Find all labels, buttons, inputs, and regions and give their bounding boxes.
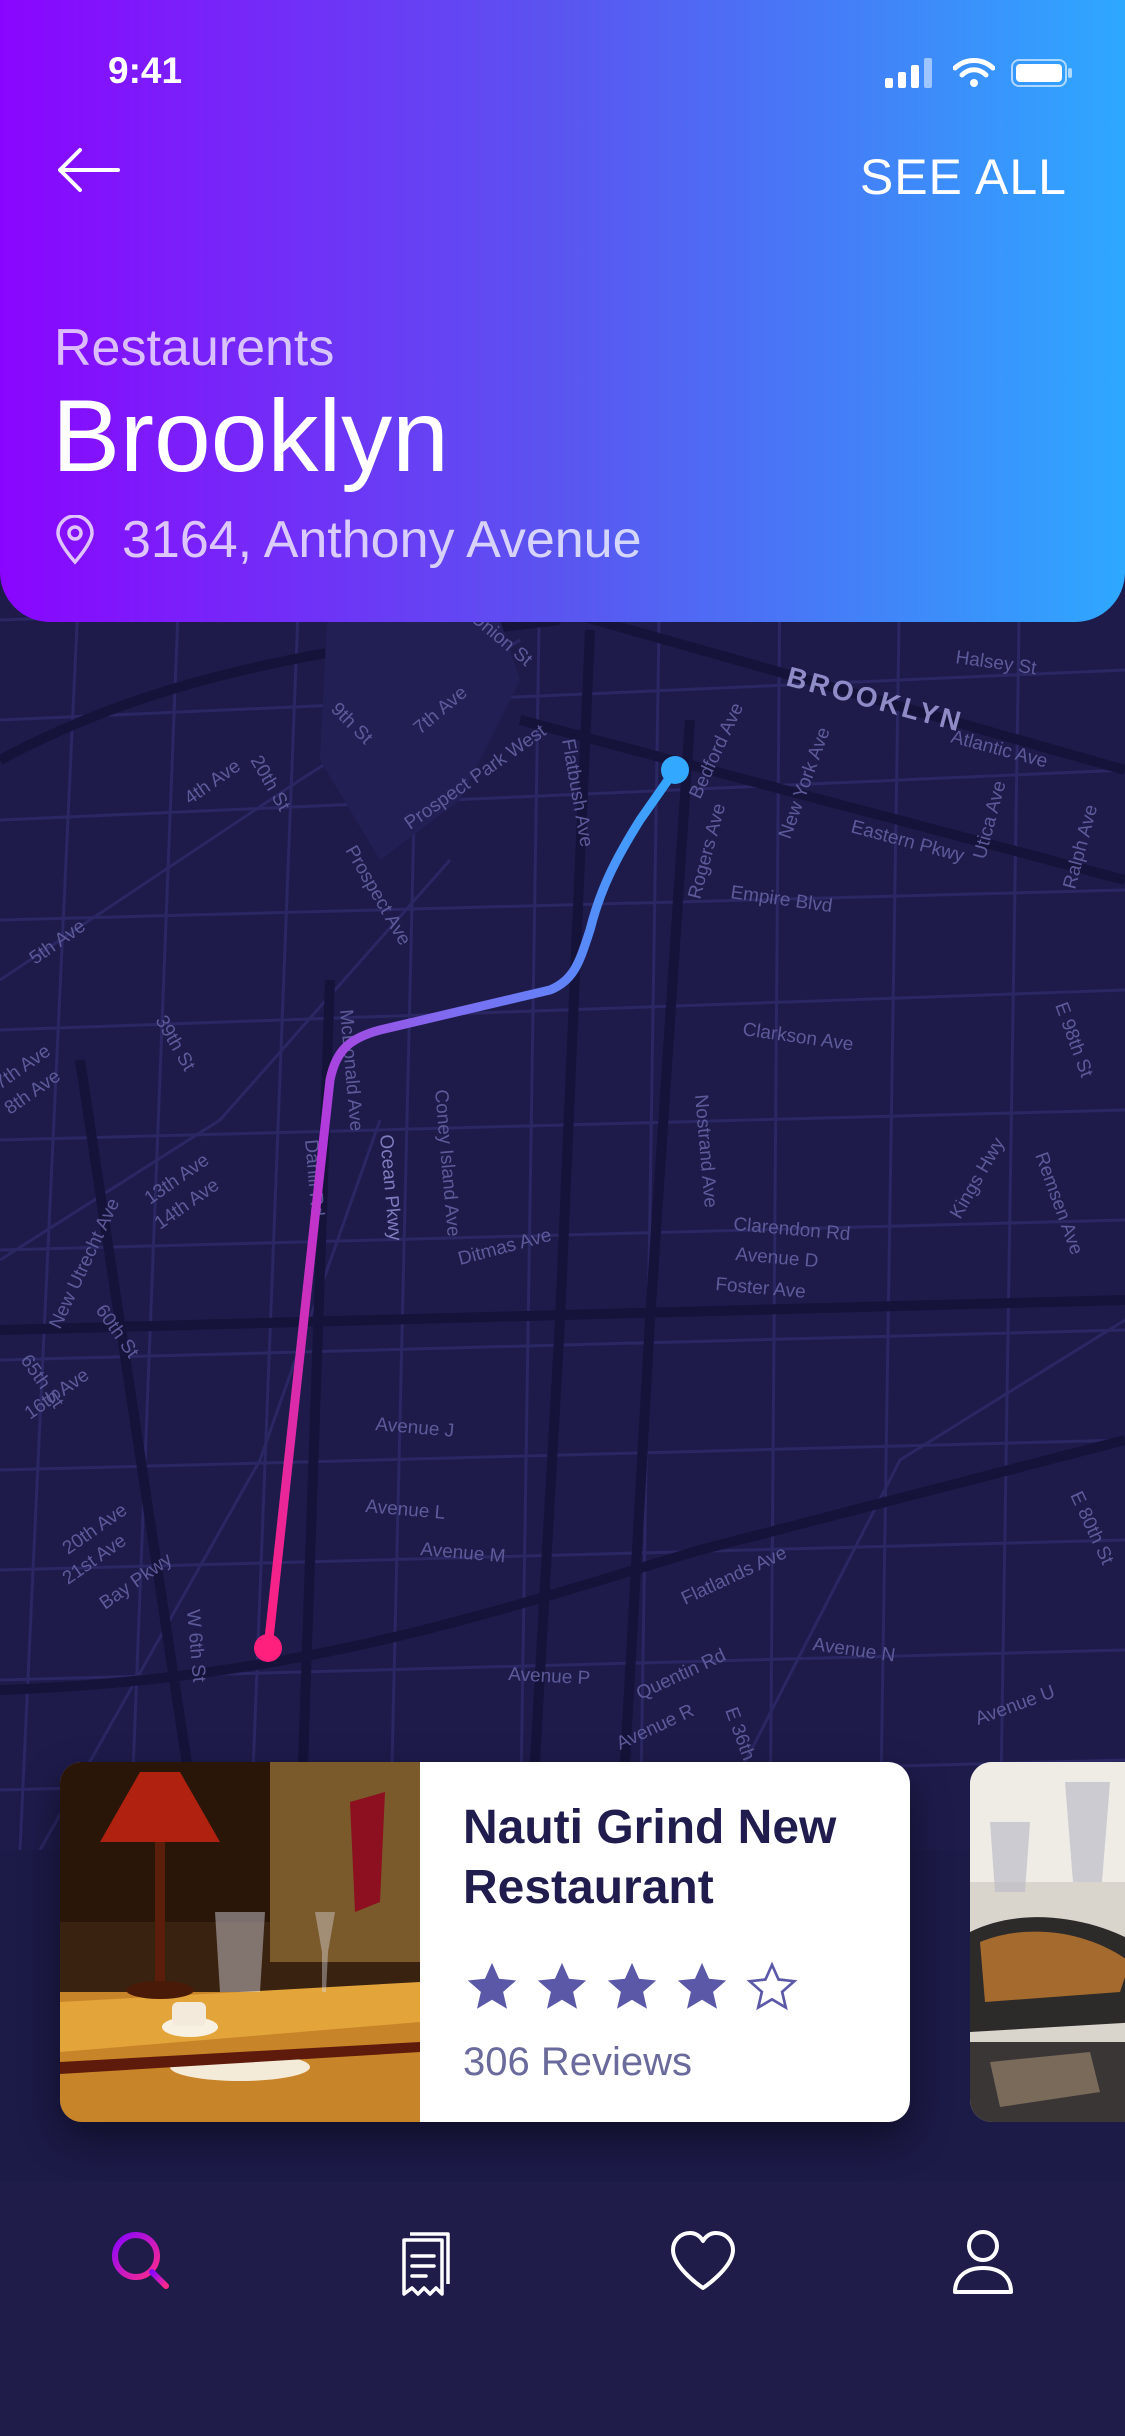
street-label: Ditmas Ave <box>456 1225 554 1270</box>
user-icon <box>953 2230 1013 2294</box>
restaurant-card[interactable]: Nauti Grind New Restaurant 306 Reviews <box>60 1762 910 2122</box>
street-label: Ocean Pkwy <box>375 1134 405 1243</box>
signal-icon <box>885 58 932 88</box>
header: 9:41 SEE ALL Restaurents Brooklyn 3164, … <box>0 0 1125 622</box>
heart-icon <box>671 2231 735 2290</box>
search-icon <box>112 2232 169 2289</box>
street-label: Coney Island Ave <box>430 1089 464 1238</box>
route-line <box>263 765 680 1653</box>
page-title: Brooklyn <box>52 379 449 493</box>
tab-profile[interactable] <box>913 2222 1053 2402</box>
star-filled-icon <box>677 1962 727 2009</box>
street-label: Avenue P <box>508 1664 591 1689</box>
restaurant-photo <box>970 1762 1125 2122</box>
tab-orders[interactable] <box>352 2222 492 2402</box>
tab-favorites[interactable] <box>633 2222 773 2402</box>
battery-icon <box>1011 59 1072 87</box>
street-label: 5th Ave <box>26 916 90 969</box>
route-start-marker[interactable] <box>254 1634 282 1662</box>
restaurant-card-next[interactable] <box>970 1762 1125 2122</box>
map-canvas: Union St 9th St 7th Ave Prospect Park We… <box>0 560 1125 1850</box>
street-label: Avenue L <box>365 1496 446 1524</box>
receipt-icon <box>402 2232 450 2296</box>
rating-stars <box>463 1958 801 2016</box>
category-label: Restaurents <box>54 319 335 377</box>
star-filled-icon <box>607 1962 657 2009</box>
back-arrow-icon[interactable] <box>56 145 122 195</box>
street-label: Empire Blvd <box>729 882 833 917</box>
wifi-icon <box>953 58 995 87</box>
see-all-button[interactable]: SEE ALL <box>860 148 1067 206</box>
star-filled-icon <box>467 1962 517 2009</box>
area-label: BROOKLYN <box>783 661 966 738</box>
street-label: 39th St <box>151 1012 200 1075</box>
street-label: Avenue J <box>375 1414 455 1442</box>
street-label: Kings Hwy <box>946 1134 1009 1223</box>
street-label: Clarkson Ave <box>741 1019 854 1055</box>
street-label: Quentin Rd <box>633 1645 729 1705</box>
street-label: McDonald Ave <box>335 1009 367 1133</box>
street-label: Prospect Ave <box>341 842 415 949</box>
street-label: E 98th St <box>1050 1000 1097 1081</box>
route-end-marker[interactable] <box>661 756 689 784</box>
tab-bar <box>0 2182 1125 2436</box>
street-label: Rogers Ave <box>685 801 731 901</box>
street-label: Ralph Ave <box>1060 803 1103 892</box>
address-row: 3164, Anthony Avenue <box>54 510 642 570</box>
street-label: 4th Ave <box>181 756 245 809</box>
star-empty-icon <box>746 1961 798 2011</box>
address-text: 3164, Anthony Avenue <box>122 511 642 569</box>
restaurant-name: Nauti Grind New Restaurant <box>463 1801 837 1914</box>
street-label: Nostrand Ave <box>690 1094 721 1209</box>
street-label: Avenue D <box>735 1244 820 1272</box>
map-view[interactable]: Union St 9th St 7th Ave Prospect Park We… <box>0 560 1125 1850</box>
location-pin-icon <box>56 515 94 565</box>
restaurant-photo <box>60 1762 420 2122</box>
review-count: 306 Reviews <box>463 2040 693 2084</box>
street-label: Foster Ave <box>715 1274 807 1303</box>
status-time: 9:41 <box>108 50 183 91</box>
street-label: 20th St <box>246 752 295 815</box>
street-label: E 80th St <box>1065 1488 1117 1568</box>
street-label: Clarendon Rd <box>733 1214 852 1245</box>
status-bar: 9:41 <box>0 0 1125 150</box>
star-filled-icon <box>537 1962 587 2009</box>
status-icons <box>885 58 1073 88</box>
street-label: Avenue U <box>973 1682 1058 1730</box>
street-label: Avenue M <box>420 1539 507 1567</box>
tab-search[interactable] <box>72 2222 212 2402</box>
street-label: Remsen Ave <box>1030 1150 1086 1258</box>
